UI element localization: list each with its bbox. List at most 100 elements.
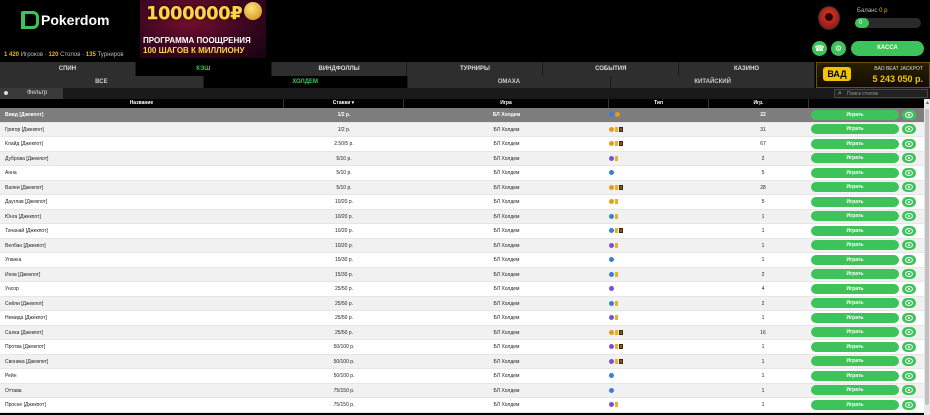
cash-button[interactable]: КАССА <box>851 41 924 56</box>
subtab-holdem[interactable]: ХОЛДЕМ <box>203 76 408 88</box>
tables-count: 120 <box>48 52 59 58</box>
table-row[interactable]: Просне [Джекпот] 75/150 р. БЛ Холдем 1 Играт… <box>0 398 930 413</box>
watch-eye-icon[interactable] <box>902 225 916 236</box>
play-button[interactable]: Играть <box>811 385 899 396</box>
play-button[interactable]: Играть <box>811 182 899 193</box>
filter-button[interactable]: Фильтр <box>0 88 63 99</box>
tab-windfalls[interactable]: ВИНДФОЛЛЫ <box>272 62 408 76</box>
table-row[interactable]: Своника [Джекпот] 50/100 р. БЛ Холдем 1 Игра… <box>0 354 930 369</box>
play-button[interactable]: Играть <box>811 109 899 120</box>
table-type-bl-icon <box>609 300 614 306</box>
watch-eye-icon[interactable] <box>902 240 916 251</box>
table-row[interactable]: Салка [Джекпот] 25/50 р. БЛ Холдем 16 Играть <box>0 325 930 340</box>
play-button[interactable]: Играть <box>811 225 899 236</box>
play-button[interactable]: Играть <box>811 153 899 164</box>
scroll-up-icon[interactable]: ▲ <box>925 100 930 106</box>
table-row[interactable]: Инов [Джекпот] 15/30 р. БЛ Холдем 2 Играть <box>0 267 930 282</box>
watch-eye-icon[interactable] <box>902 327 916 338</box>
watch-eye-icon[interactable] <box>902 283 916 294</box>
watch-eye-icon[interactable] <box>902 153 916 164</box>
subtab-chinese[interactable]: КИТАЙСКИЙ <box>611 76 815 88</box>
filter-label: Фильтр <box>27 90 48 96</box>
watch-eye-icon[interactable] <box>902 399 916 410</box>
watch-eye-icon[interactable] <box>902 356 916 367</box>
table-row[interactable]: Рейн 50/100 р. БЛ Холдем 1 Играть <box>0 369 930 384</box>
watch-eye-icon[interactable] <box>902 385 916 396</box>
table-type-bl-icon <box>609 170 614 176</box>
play-button[interactable]: Играть <box>811 240 899 251</box>
watch-eye-icon[interactable] <box>902 109 916 120</box>
subtab-omaha[interactable]: ОМАХА <box>408 76 612 88</box>
cashier-icon-button[interactable]: ☎ <box>812 41 827 56</box>
table-actions: Играть <box>809 384 930 398</box>
table-row[interactable]: Уланка 15/30 р. БЛ Холдем 1 Играть <box>0 253 930 268</box>
table-row[interactable]: Григор [Джекпот] 1/2 р. БЛ Холдем 31 Играть <box>0 122 930 137</box>
play-button[interactable]: Играть <box>811 356 899 367</box>
table-name: Велбан [Джекпот] <box>5 242 46 249</box>
col-game[interactable]: Игра <box>404 99 609 108</box>
watch-eye-icon[interactable] <box>902 298 916 309</box>
search-input[interactable] <box>847 90 927 98</box>
watch-eye-icon[interactable] <box>902 312 916 323</box>
tab-casino[interactable]: КАЗИНО <box>679 62 815 76</box>
table-row[interactable]: Немида [Джекпот] 25/50 р. БЛ Холдем 1 Играть <box>0 311 930 326</box>
play-button[interactable]: Играть <box>811 298 899 309</box>
watch-eye-icon[interactable] <box>902 211 916 222</box>
play-button[interactable]: Играть <box>811 269 899 280</box>
play-button[interactable]: Играть <box>811 399 899 410</box>
table-row[interactable]: Юнга [Джекпот] 10/20 р. БЛ Холдем 1 Играть <box>0 209 930 224</box>
table-row[interactable]: Унсор 25/50 р. БЛ Холдем 4 Играть <box>0 282 930 297</box>
watch-eye-icon[interactable] <box>902 341 916 352</box>
watch-eye-icon[interactable] <box>902 182 916 193</box>
watch-eye-icon[interactable] <box>902 167 916 178</box>
play-button[interactable]: Играть <box>811 327 899 338</box>
col-type[interactable]: Тип <box>609 99 709 108</box>
tab-events[interactable]: СОБЫТИЯ <box>543 62 680 76</box>
play-button[interactable]: Играть <box>811 211 899 222</box>
watch-eye-icon[interactable] <box>902 254 916 265</box>
watch-eye-icon[interactable] <box>902 124 916 135</box>
table-row[interactable]: Протва [Джекпот] 50/100 р. БЛ Холдем 1 Играт… <box>0 340 930 355</box>
table-row[interactable]: Велбан [Джекпот] 10/20 р. БЛ Холдем 1 Играть <box>0 238 930 253</box>
table-row[interactable]: Клайд [Джекпот] 2.50/5 р. БЛ Холдем 67 Играт… <box>0 137 930 152</box>
col-stakes[interactable]: Ставки ▾ <box>284 99 404 108</box>
table-row[interactable]: Сейли [Джекпот] 25/50 р. БЛ Холдем 2 Играть <box>0 296 930 311</box>
table-row[interactable]: Виид [Джекпот] 1/2 р. БЛ Холдем 22 Играть <box>0 108 930 123</box>
tab-tournaments[interactable]: ТУРНИРЫ <box>407 62 544 76</box>
table-game: БЛ Холдем <box>493 344 520 350</box>
tab-spin[interactable]: СПИН <box>0 62 136 76</box>
promo-banner[interactable]: 1000000₽ ПРОГРАММА ПООЩРЕНИЯ 100 ШАГОВ К… <box>140 0 266 58</box>
watch-eye-icon[interactable] <box>902 370 916 381</box>
play-button[interactable]: Играть <box>811 196 899 207</box>
col-players[interactable]: Игр. <box>709 99 809 108</box>
table-row[interactable]: Оттава 75/150 р. БЛ Холдем 1 Играть <box>0 383 930 398</box>
play-button[interactable]: Играть <box>811 138 899 149</box>
logo[interactable]: Pokerdom <box>20 11 109 29</box>
jackpot-panel[interactable]: ВАД BAD BEAT JACKPOT 5 243 050 р. <box>816 62 930 88</box>
scrollbar[interactable]: ▲ <box>924 99 930 415</box>
play-button[interactable]: Играть <box>811 283 899 294</box>
table-game: БЛ Холдем <box>493 141 520 147</box>
col-name[interactable]: Название <box>0 99 284 108</box>
table-row[interactable]: Дауглав [Джекпот] 10/20 р. БЛ Холдем 5 Играт… <box>0 195 930 210</box>
table-row[interactable]: Тачанай [Джекпот] 10/20 р. БЛ Холдем 1 Играт… <box>0 224 930 239</box>
avatar[interactable] <box>818 6 840 30</box>
settings-icon-button[interactable]: ⚙ <box>831 41 846 56</box>
play-button[interactable]: Играть <box>811 370 899 381</box>
play-button[interactable]: Играть <box>811 124 899 135</box>
table-row[interactable]: Анна 5/10 р. БЛ Холдем 5 Играть <box>0 166 930 181</box>
table-row[interactable]: Дуброва [Джекпот] 5/10 р. БЛ Холдем 2 Играть <box>0 151 930 166</box>
watch-eye-icon[interactable] <box>902 196 916 207</box>
watch-eye-icon[interactable] <box>902 138 916 149</box>
play-button[interactable]: Играть <box>811 312 899 323</box>
table-row[interactable]: Валеи [Джекпот] 5/10 р. БЛ Холдем 28 Играть <box>0 180 930 195</box>
play-button[interactable]: Играть <box>811 341 899 352</box>
balance-bar: 0 <box>855 18 921 28</box>
play-button[interactable]: Играть <box>811 167 899 178</box>
subtab-all[interactable]: ВСЕ <box>0 76 204 88</box>
play-button[interactable]: Играть <box>811 254 899 265</box>
table-players: 1 <box>761 315 765 321</box>
scrollbar-thumb[interactable] <box>925 109 929 405</box>
watch-eye-icon[interactable] <box>902 269 916 280</box>
tab-cash[interactable]: КЭШ <box>135 62 272 76</box>
